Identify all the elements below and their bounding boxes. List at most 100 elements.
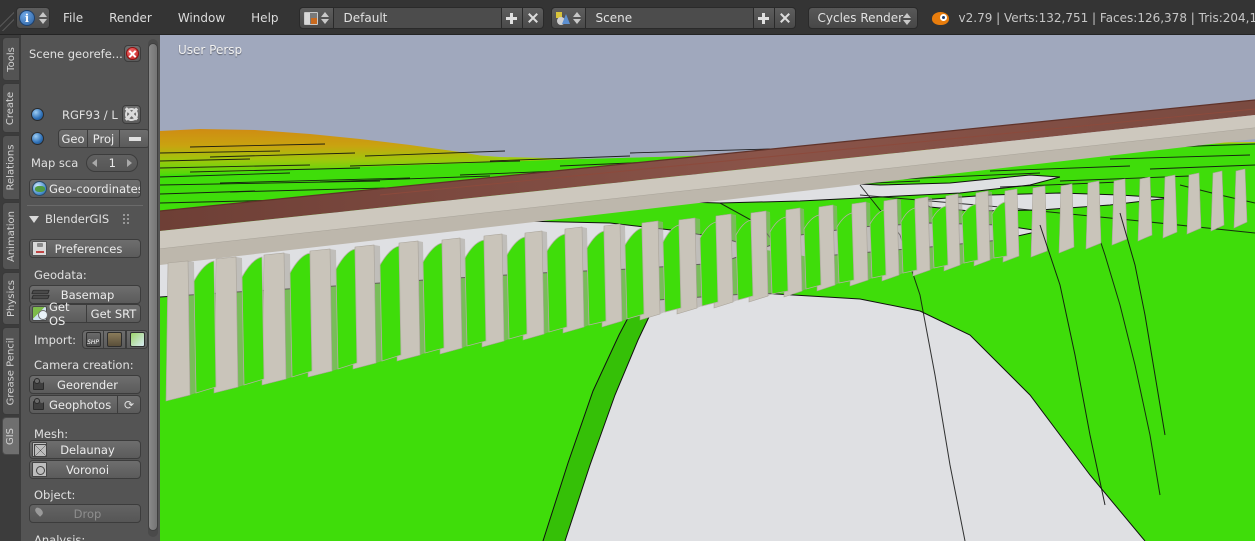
scene-arrows[interactable] (573, 9, 582, 27)
sidebar-tab-relations[interactable]: Relations (2, 135, 19, 200)
georef-panel-title: Scene georefe... (29, 46, 123, 61)
add-screen-layout-button[interactable] (501, 7, 523, 29)
voronoi-mesh-icon (32, 462, 47, 477)
3d-viewport[interactable]: User Persp (160, 35, 1255, 541)
geodata-header: Geodata: (34, 268, 87, 282)
screen-layout-icon-box[interactable] (298, 7, 334, 29)
geo-coordinates-label: Geo-coordinates (49, 181, 141, 196)
mode-geo-button[interactable]: Geo (58, 129, 88, 148)
geo-coordinates-button[interactable]: Geo-coordinates (29, 179, 141, 198)
map-scale-label: Map sca (31, 156, 79, 170)
georender-label: Georender (57, 377, 118, 392)
georender-button[interactable]: Georender (29, 375, 141, 394)
get-data-row: Get OS Get SRT (29, 300, 141, 328)
screen-layout-icon (303, 11, 318, 25)
tool-shelf-scrollbar[interactable] (148, 39, 158, 537)
sidebar-tab-physics[interactable]: Physics (2, 272, 19, 325)
geophotos-button[interactable]: Geophotos (29, 395, 118, 414)
sidebar-tab-animation[interactable]: Animation (2, 202, 19, 270)
import-shapefile-button[interactable]: SHP (82, 330, 105, 349)
scene-icon-box[interactable] (550, 7, 586, 29)
tool-shelf-panel: Scene georefe... RGF93 / L Geo Proj Map … (21, 35, 160, 541)
tab-label: Relations (5, 144, 17, 191)
delaunay-mesh-icon (32, 442, 47, 457)
get-osm-button[interactable]: Get OS (29, 300, 87, 328)
tool-shelf-content: Scene georefe... RGF93 / L Geo Proj Map … (21, 35, 150, 541)
tab-label: Create (5, 91, 17, 125)
plus-icon (758, 12, 770, 24)
raster-icon (107, 332, 123, 347)
import-raster-button[interactable] (104, 330, 127, 349)
map-scale-field[interactable]: 1 (86, 154, 139, 172)
delaunay-label: Delaunay (60, 442, 115, 457)
blendergis-panel-title: BlenderGIS (45, 212, 110, 226)
panel-divider (27, 205, 143, 206)
camera-creation-header: Camera creation: (34, 358, 134, 372)
menu-file[interactable]: File (50, 5, 96, 31)
tab-label: Physics (5, 280, 17, 317)
coordinate-mode-radio-icon[interactable] (31, 132, 44, 145)
sidebar-tab-tools[interactable]: Tools (2, 37, 19, 81)
crs-settings-button[interactable] (121, 105, 141, 124)
get-srtm-button[interactable]: Get SRT (87, 304, 141, 323)
tab-label: Animation (5, 210, 17, 262)
shapefile-icon: SHP (85, 332, 101, 347)
drop-label: Drop (73, 506, 102, 521)
screen-layout-name[interactable]: Default (333, 7, 502, 29)
sidebar-tab-gis[interactable]: GIS (2, 417, 19, 455)
refresh-icon: ⟳ (123, 397, 135, 412)
mode-none-button[interactable] (120, 129, 150, 148)
screen-layout-combo[interactable]: Default (298, 7, 544, 29)
drop-button[interactable]: Drop (29, 504, 141, 523)
decrement-arrow-icon (92, 159, 98, 167)
header-corner-widget[interactable] (0, 5, 14, 31)
close-x-icon (527, 12, 539, 24)
scene-name[interactable]: Scene (585, 7, 754, 29)
screen-layout-arrows[interactable] (321, 9, 330, 27)
dash-icon (128, 136, 141, 141)
sidebar-tab-grease-pencil[interactable]: Grease Pencil (2, 327, 19, 415)
geophotos-refresh-button[interactable]: ⟳ (118, 395, 141, 414)
voronoi-button[interactable]: Voronoi (29, 460, 141, 479)
menu-help[interactable]: Help (238, 5, 291, 31)
editor-type-selector[interactable]: i (16, 7, 50, 29)
delete-screen-layout-button[interactable] (522, 7, 544, 29)
grip-dots-icon[interactable] (123, 214, 130, 224)
tab-label: GIS (5, 427, 17, 445)
add-scene-button[interactable] (753, 7, 775, 29)
georef-close-button[interactable] (124, 45, 141, 62)
mode-proj-button[interactable]: Proj (88, 129, 120, 148)
delete-scene-button[interactable] (774, 7, 796, 29)
preferences-label: Preferences (54, 241, 123, 256)
import-row: Import: SHP (34, 330, 149, 349)
georaster-icon (129, 332, 145, 347)
geophotos-label: Geophotos (49, 397, 112, 412)
render-engine-arrows[interactable] (903, 10, 912, 28)
mesh-header: Mesh: (34, 427, 69, 441)
close-icon (126, 47, 139, 60)
import-georaster-button[interactable] (126, 330, 149, 349)
map-scale-row: Map sca 1 (31, 154, 139, 172)
menu-window[interactable]: Window (165, 5, 238, 31)
camera-icon (32, 397, 47, 412)
georef-panel-header[interactable]: Scene georefe... (29, 45, 141, 62)
blender-logo-icon (931, 10, 949, 27)
sidebar-tab-create[interactable]: Create (2, 83, 19, 133)
viewport-render (160, 35, 1255, 541)
crs-radio-icon[interactable] (31, 108, 44, 121)
import-header: Import: (34, 332, 77, 347)
layers-stack-icon (32, 287, 47, 302)
scrollbar-thumb[interactable] (148, 43, 158, 531)
scene-combo[interactable]: Scene (550, 7, 796, 29)
render-engine-selector[interactable]: Cycles Render (807, 7, 918, 29)
delaunay-button[interactable]: Delaunay (29, 440, 141, 459)
preferences-button[interactable]: Preferences (29, 239, 141, 258)
triangle-down-icon[interactable] (29, 215, 39, 223)
crs-label: RGF93 / L (62, 107, 118, 122)
plus-icon (506, 12, 518, 24)
object-header: Object: (34, 488, 76, 502)
menu-render[interactable]: Render (96, 5, 165, 31)
map-pin-icon (32, 306, 48, 321)
analysis-header: Analysis: (34, 533, 86, 541)
blendergis-panel-header[interactable]: BlenderGIS (29, 212, 141, 226)
